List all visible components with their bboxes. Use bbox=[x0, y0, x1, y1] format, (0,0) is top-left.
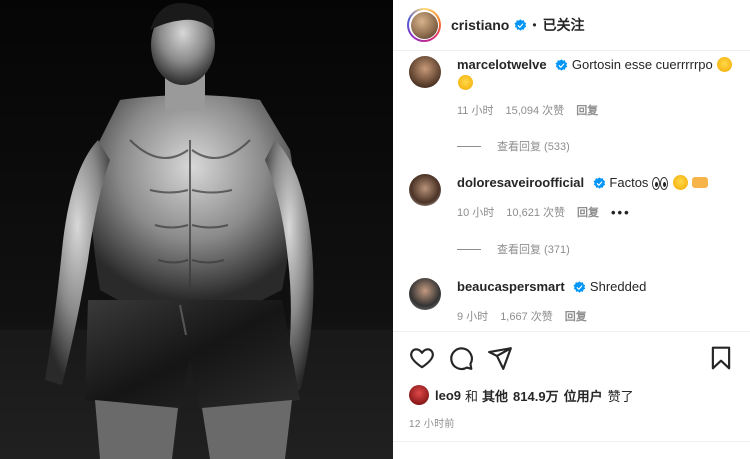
eyes-emoji-icon bbox=[652, 177, 661, 190]
post-timestamp[interactable]: 12 小时前 bbox=[409, 415, 455, 430]
comments-list: marcelotwelve Gortosin esse cuerrrrrpo 1… bbox=[393, 51, 750, 331]
comment-username[interactable]: doloresaveiroofficial bbox=[457, 175, 584, 190]
reply-button[interactable]: 回复 bbox=[577, 204, 599, 220]
comment-body: Shredded bbox=[589, 279, 647, 294]
share-icon[interactable] bbox=[487, 345, 513, 371]
reply-button[interactable]: 回复 bbox=[576, 102, 598, 118]
post-image[interactable] bbox=[0, 0, 393, 459]
reply-button[interactable]: 回复 bbox=[565, 308, 587, 324]
verified-badge-icon bbox=[555, 59, 568, 71]
comment-body: Gortosin esse cuerrrrrpo bbox=[571, 57, 713, 72]
heart-icon[interactable] bbox=[409, 345, 435, 371]
comment-avatar[interactable] bbox=[409, 174, 441, 206]
rofl-emoji-icon bbox=[458, 75, 473, 90]
comment-username[interactable]: marcelotwelve bbox=[457, 57, 547, 72]
comment-avatar[interactable] bbox=[409, 56, 441, 88]
comment-meta: 11 小时 15,094 次赞 回复 bbox=[457, 102, 739, 118]
likes-count[interactable]: 814.9万 bbox=[513, 386, 559, 405]
post-photo-illustration bbox=[0, 0, 393, 459]
replies-divider bbox=[457, 248, 481, 250]
rofl-emoji-icon bbox=[717, 57, 733, 72]
comment-item: beaucaspersmart Shredded 9 小时 1,667 次赞 回… bbox=[409, 278, 739, 324]
post-detail-panel: cristiano • 已关注 marcelotwelve Gortosin e… bbox=[393, 0, 750, 459]
comment-likes[interactable]: 15,094 次赞 bbox=[505, 102, 564, 118]
comment-time[interactable]: 9 小时 bbox=[457, 308, 488, 324]
likes-conjunction: 和 bbox=[465, 388, 479, 404]
view-replies-label: 查看回复 (371) bbox=[497, 244, 570, 256]
comment-body: Factos bbox=[609, 175, 649, 190]
comment-text: doloresaveiroofficial Factos bbox=[457, 174, 739, 192]
fist-bump-emoji-icon bbox=[692, 177, 709, 188]
verified-badge-icon bbox=[514, 18, 527, 31]
verified-badge-icon bbox=[593, 177, 605, 189]
replies-divider bbox=[457, 145, 481, 147]
view-replies-label: 查看回复 (533) bbox=[497, 141, 570, 153]
comment-avatar[interactable] bbox=[409, 278, 441, 310]
comment-time[interactable]: 11 小时 bbox=[457, 102, 493, 118]
comment-meta: 10 小时 10,621 次赞 回复 ••• bbox=[457, 204, 739, 220]
author-username[interactable]: cristiano bbox=[451, 17, 509, 33]
verified-badge-icon bbox=[573, 281, 586, 293]
eyes-emoji-icon bbox=[660, 177, 669, 190]
likes-suffix: 赞了 bbox=[607, 388, 634, 404]
comment-item: doloresaveiroofficial Factos 10 小时 10,62… bbox=[409, 174, 739, 220]
more-options-icon[interactable]: ••• bbox=[611, 205, 631, 220]
comment-likes[interactable]: 1,667 次赞 bbox=[500, 308, 553, 324]
save-icon[interactable] bbox=[708, 345, 734, 371]
comment-item: marcelotwelve Gortosin esse cuerrrrrpo 1… bbox=[409, 56, 739, 118]
comment-time[interactable]: 10 小时 bbox=[457, 204, 494, 220]
comment-icon[interactable] bbox=[448, 345, 474, 371]
likes-summary[interactable]: leo9 和 其他 814.9万 位用户 赞了 bbox=[409, 385, 634, 405]
comment-text: marcelotwelve Gortosin esse cuerrrrrpo bbox=[457, 56, 739, 92]
following-button[interactable]: 已关注 bbox=[543, 15, 585, 35]
comment-username[interactable]: beaucaspersmart bbox=[457, 279, 565, 294]
liker-avatar bbox=[409, 385, 429, 405]
likes-others-label[interactable]: 其他 bbox=[482, 386, 508, 405]
post-header: cristiano • 已关注 bbox=[393, 0, 750, 51]
comment-likes[interactable]: 10,621 次赞 bbox=[506, 204, 565, 220]
divider bbox=[393, 441, 750, 442]
liker-username[interactable]: leo9 bbox=[435, 388, 461, 403]
comment-text: beaucaspersmart Shredded bbox=[457, 278, 739, 296]
header-separator: • bbox=[532, 18, 537, 32]
view-replies-button[interactable]: 查看回复 (533) bbox=[457, 138, 570, 154]
grin-sweat-emoji-icon bbox=[672, 175, 688, 190]
action-bar bbox=[393, 331, 750, 383]
avatar-image bbox=[410, 11, 438, 39]
avatar-inner bbox=[409, 10, 439, 40]
author-avatar[interactable] bbox=[407, 8, 441, 42]
view-replies-button[interactable]: 查看回复 (371) bbox=[457, 241, 570, 257]
likes-users-label: 位用户 bbox=[563, 388, 603, 404]
comment-meta: 9 小时 1,667 次赞 回复 bbox=[457, 308, 739, 324]
